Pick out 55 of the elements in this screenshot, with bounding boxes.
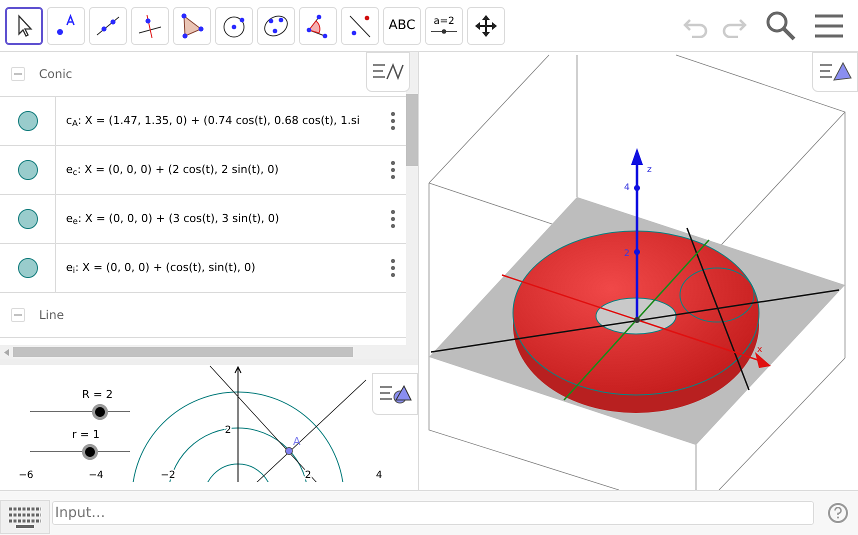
axis-label: 2 [624, 249, 630, 259]
algebra-row[interactable]: c$_{A}$: X = (1.47, 1.35, 0) + (0.74 cos(t), 0.68 cos(t), 1.si [0, 97, 406, 146]
torus-surface[interactable] [512, 230, 760, 413]
algebra-formula: e$_{i}$: X = (0, 0, 0) + (cos(t), sin(t), 0) [65, 260, 256, 278]
collapse-toggle[interactable] [11, 67, 25, 81]
axis-tick-label: −6 [18, 470, 34, 481]
axis-tick-label: −4 [88, 470, 104, 481]
algebra-row[interactable]: e$_{e}$: X = (0, 0, 0) + (3 cos(t), 3 sin(t), 0) [0, 195, 406, 244]
slider-label: r = 1 [72, 427, 101, 443]
axis-label: 4 [624, 183, 630, 193]
slider-track[interactable] [30, 444, 130, 460]
more-icon [391, 112, 395, 130]
algebra-formula: e$_{e}$: X = (0, 0, 0) + (3 cos(t), 3 sin(t), 0) [65, 211, 280, 228]
more-icon [391, 259, 395, 277]
tool-button[interactable]: ABC [383, 6, 421, 44]
tool-button[interactable]: a=2 [425, 6, 463, 44]
point-marker[interactable] [285, 447, 293, 455]
algebra-row[interactable]: e$_{i}$: X = (0, 0, 0) + (cos(t), sin(t), 0) [0, 244, 406, 293]
axis-tick-label: 2 [304, 470, 312, 481]
group-title: Line [39, 307, 64, 324]
style-bar-button[interactable] [372, 373, 418, 415]
collapse-toggle[interactable] [11, 308, 25, 322]
help-button[interactable] [828, 503, 848, 523]
visibility-toggle[interactable] [18, 111, 38, 131]
algebra-formula: e$_{c}$: X = (0, 0, 0) + (2 cos(t), 2 sin(t), 0) [65, 162, 280, 180]
slider-thumb[interactable] [82, 444, 98, 460]
keyboard-button[interactable] [0, 500, 50, 534]
slider-track[interactable] [30, 404, 130, 420]
more-icon [391, 161, 395, 179]
slider-label: R = 2 [82, 387, 114, 403]
horizontal-scrollbar[interactable] [0, 345, 406, 359]
menu-icon [815, 14, 843, 38]
scroll-left-icon [4, 348, 9, 356]
visibility-toggle[interactable] [18, 258, 38, 278]
algebra-formula: c$_{A}$: X = (1.47, 1.35, 0) + (0.74 cos(t), 0.68 cos(t), 1.si [65, 113, 361, 130]
axis-tick-label: 4 [376, 470, 382, 481]
visibility-toggle[interactable] [18, 160, 38, 180]
slider-icon [431, 29, 457, 34]
style-bar-button[interactable] [812, 52, 858, 92]
axis-label: x [757, 345, 762, 355]
group-title: Conic [39, 66, 72, 83]
visibility-toggle[interactable] [18, 209, 38, 229]
point-label: A [293, 435, 301, 448]
origin-point [634, 317, 640, 323]
slider-thumb[interactable] [92, 404, 108, 420]
algebra-row[interactable]: e$_{c}$: X = (0, 0, 0) + (2 cos(t), 2 sin(t), 0) [0, 146, 406, 195]
input-field[interactable]: Input… [52, 501, 814, 525]
keyboard-icon [8, 506, 42, 528]
axis-label: z [647, 165, 652, 175]
tool-button[interactable] [5, 6, 43, 44]
help-icon [834, 507, 842, 519]
vertical-scrollbar[interactable] [406, 52, 418, 359]
more-icon [391, 210, 395, 228]
style-bar-button[interactable] [366, 52, 410, 92]
search-icon [765, 10, 797, 42]
